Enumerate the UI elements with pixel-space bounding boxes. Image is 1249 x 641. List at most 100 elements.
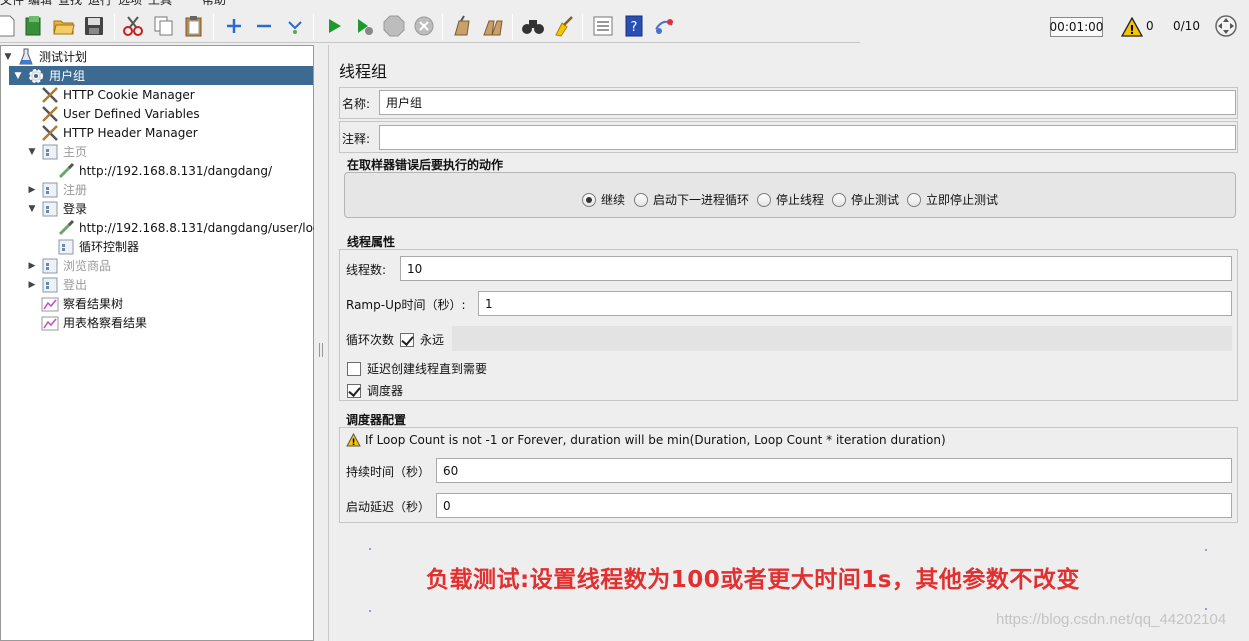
radio-stop-test-now[interactable]: 立即停止测试 xyxy=(907,191,998,208)
toolbar-separator xyxy=(114,14,115,40)
threads-label: 线程数: xyxy=(346,263,387,277)
svg-text:?: ? xyxy=(631,20,638,35)
checkbox[interactable] xyxy=(347,383,361,398)
copy-icon[interactable] xyxy=(152,14,176,38)
tree-item-logout-controller[interactable]: ▶ 登出 xyxy=(27,275,87,294)
duration-field[interactable]: 60 xyxy=(436,458,1232,483)
controller-icon xyxy=(41,200,59,218)
radio-stop-thread[interactable]: 停止线程 xyxy=(757,191,824,208)
expand-arrow-icon[interactable]: ▶ xyxy=(27,261,37,271)
name-field[interactable]: 用户组 xyxy=(379,90,1236,115)
loop-count-field xyxy=(452,326,1232,351)
clear-icon[interactable] xyxy=(450,14,474,38)
tree-item-header-manager[interactable]: HTTP Header Manager xyxy=(41,123,198,142)
radio-button[interactable] xyxy=(832,192,846,207)
warning-icon: ! xyxy=(346,432,361,450)
load-test-annotation: 负载测试:设置线程数为100或者更大时间1s，其他参数不改变 xyxy=(426,567,1080,593)
collapse-arrow-icon[interactable]: ▼ xyxy=(27,204,37,214)
tree-item-cookie-manager[interactable]: HTTP Cookie Manager xyxy=(41,85,195,104)
tree-item-results-tree[interactable]: 察看结果树 xyxy=(41,294,123,313)
tree-item-test-plan[interactable]: ▼ 测试计划 xyxy=(3,47,87,66)
scheduler-config-title: 调度器配置 xyxy=(346,413,407,427)
decor-dot xyxy=(1205,549,1207,551)
splitter-grip[interactable] xyxy=(319,343,323,357)
decor-dot xyxy=(369,610,371,612)
start-no-pause-icon[interactable] xyxy=(352,14,376,38)
tree-item-thread-group[interactable]: ▼ 用户组 xyxy=(9,66,313,85)
new-icon[interactable] xyxy=(0,14,18,38)
tree-item-label: 浏览商品 xyxy=(63,259,112,273)
radio-button[interactable] xyxy=(907,192,921,207)
tree-item-browse-controller[interactable]: ▶ 浏览商品 xyxy=(27,256,111,275)
radio-label: 启动下一进程循环 xyxy=(653,193,750,207)
tree-item-login-controller[interactable]: ▼ 登录 xyxy=(27,199,87,218)
radio-button[interactable] xyxy=(582,192,596,207)
tree-item-http-sampler[interactable]: http://192.168.8.131/dangdang/ xyxy=(57,161,272,180)
tree-item-register-controller[interactable]: ▶ 注册 xyxy=(27,180,87,199)
warning-icon[interactable]: ! xyxy=(1120,15,1144,39)
active-thread-count: 0/10 xyxy=(1173,19,1200,33)
save-icon[interactable] xyxy=(82,14,106,38)
tree-item-loop-controller[interactable]: 循环控制器 xyxy=(57,237,139,256)
reset-search-icon[interactable] xyxy=(552,14,576,38)
radio-label: 立即停止测试 xyxy=(926,193,999,207)
cut-icon[interactable] xyxy=(121,14,145,38)
decor-dot xyxy=(369,548,371,550)
toggle-icon[interactable] xyxy=(283,14,307,38)
checkbox[interactable] xyxy=(347,361,361,376)
checkbox[interactable] xyxy=(400,332,414,347)
expand-icon[interactable] xyxy=(222,14,246,38)
remote-icon[interactable] xyxy=(652,14,676,38)
clear-all-icon[interactable] xyxy=(481,14,505,38)
tree-item-label: 注册 xyxy=(63,183,88,197)
radio-next-loop[interactable]: 启动下一进程循环 xyxy=(634,191,749,208)
expand-arrow-icon[interactable]: ▶ xyxy=(27,185,37,195)
help-icon[interactable]: ? xyxy=(622,14,646,38)
tree-item-user-defined-variables[interactable]: User Defined Variables xyxy=(41,104,200,123)
tree-toggle-icon[interactable] xyxy=(1214,14,1238,38)
shutdown-icon[interactable] xyxy=(412,14,436,38)
rampup-field[interactable]: 1 xyxy=(478,291,1232,316)
expand-arrow-icon[interactable]: ▶ xyxy=(27,280,37,290)
threads-field[interactable]: 10 xyxy=(400,256,1232,281)
radio-button[interactable] xyxy=(757,192,771,207)
svg-text:!: ! xyxy=(1129,23,1134,37)
tree-item-home-controller[interactable]: ▼ 主页 xyxy=(27,142,87,161)
collapse-arrow-icon[interactable]: ▼ xyxy=(27,147,37,157)
scheduler-checkbox[interactable]: 调度器 xyxy=(347,382,403,399)
paste-icon[interactable] xyxy=(182,14,206,38)
templates-icon[interactable] xyxy=(22,14,46,38)
tree-item-label: 用户组 xyxy=(49,69,86,83)
startup-delay-field[interactable]: 0 xyxy=(436,493,1232,518)
test-plan-tree[interactable]: ▼ 测试计划 ▼ 用户组 HTTP Cookie Manager User De… xyxy=(0,45,331,641)
delay-thread-creation-checkbox[interactable]: 延迟创建线程直到需要 xyxy=(347,360,487,377)
stop-icon[interactable] xyxy=(382,14,406,38)
function-helper-icon[interactable] xyxy=(591,14,615,38)
radio-continue[interactable]: 继续 xyxy=(582,191,625,208)
tree-item-label: HTTP Cookie Manager xyxy=(63,87,195,102)
panel-title: 线程组 xyxy=(339,62,388,81)
comment-field[interactable] xyxy=(379,125,1236,150)
tree-item-label: 登出 xyxy=(63,278,88,292)
collapse-icon[interactable] xyxy=(252,14,276,38)
loop-forever-checkbox[interactable]: 永远 xyxy=(400,331,444,348)
split-pane-divider[interactable] xyxy=(314,45,328,641)
tree-item-http-sampler[interactable]: http://192.168.8.131/dangdang/user/login xyxy=(57,218,331,237)
search-icon[interactable] xyxy=(521,14,545,38)
start-icon[interactable] xyxy=(322,14,346,38)
checkbox-label: 调度器 xyxy=(367,384,404,398)
radio-stop-test[interactable]: 停止测试 xyxy=(832,191,899,208)
svg-text:!: ! xyxy=(351,438,355,447)
open-icon[interactable] xyxy=(52,14,76,38)
tree-item-results-table[interactable]: 用表格察看结果 xyxy=(41,313,147,332)
warning-count: 0 xyxy=(1146,19,1154,33)
radio-button[interactable] xyxy=(634,192,648,207)
watermark: https://blog.csdn.net/qq_44202104 xyxy=(996,611,1227,628)
config-tools-icon xyxy=(41,124,59,142)
name-label: 名称: xyxy=(342,97,371,111)
gear-icon xyxy=(27,67,45,85)
radio-label: 停止测试 xyxy=(851,193,900,207)
collapse-arrow-icon[interactable]: ▼ xyxy=(3,52,13,62)
collapse-arrow-icon[interactable]: ▼ xyxy=(13,71,23,81)
scheduler-warning-text: If Loop Count is not -1 or Forever, dura… xyxy=(365,433,946,447)
